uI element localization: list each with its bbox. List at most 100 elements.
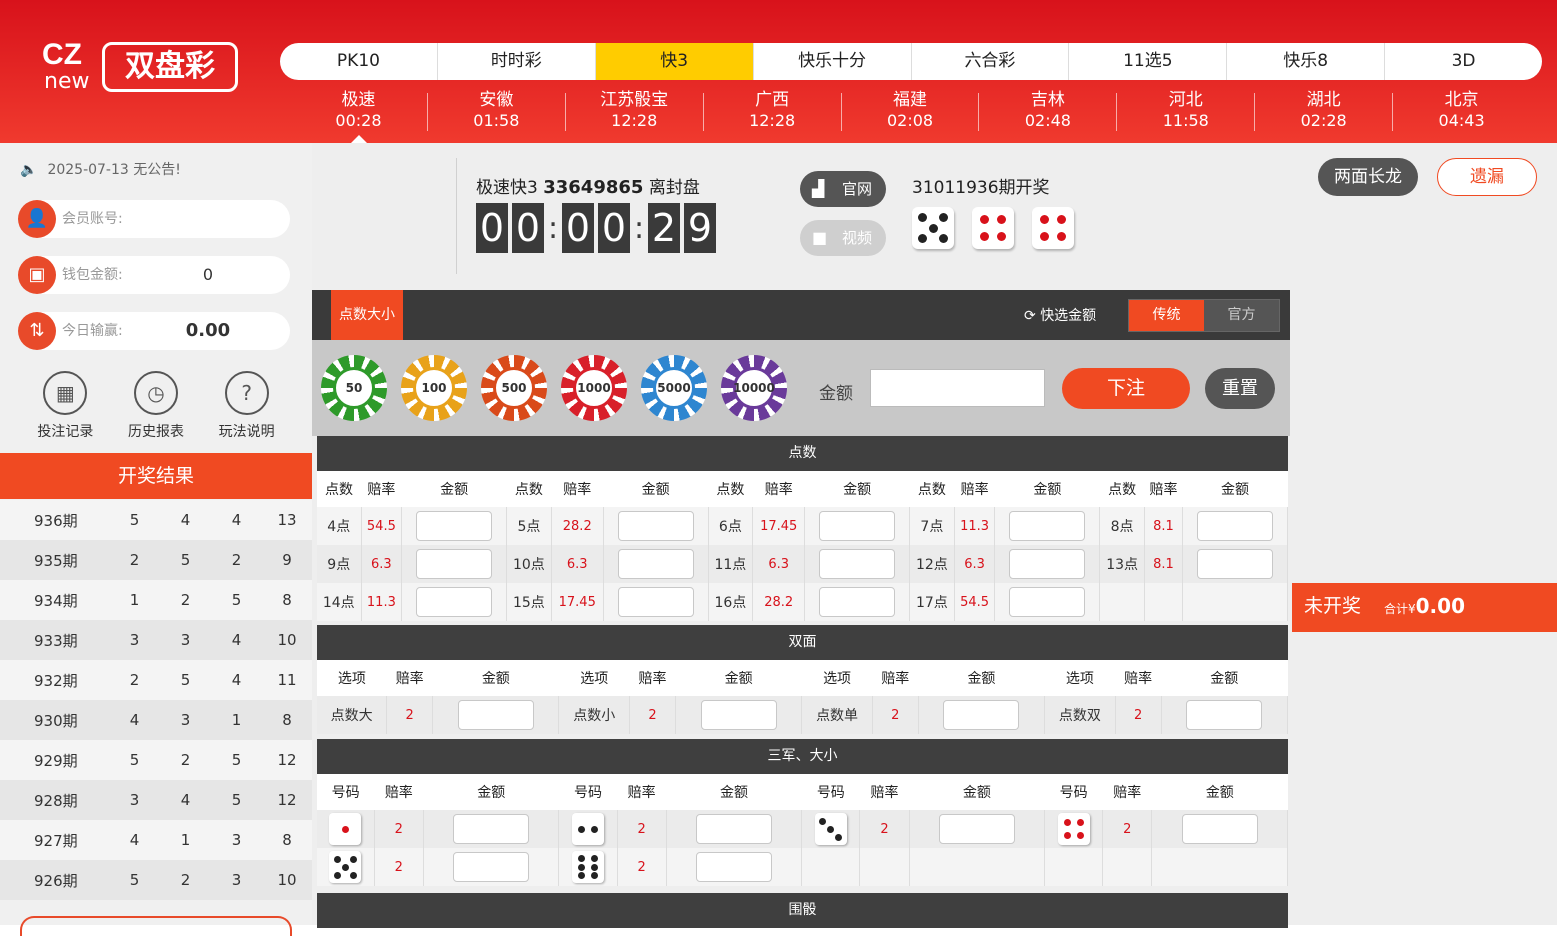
- long-dragon-button[interactable]: 两面长龙: [1318, 158, 1418, 196]
- double-amount-input[interactable]: [1186, 700, 1263, 730]
- point-amount-input[interactable]: [416, 549, 493, 579]
- mode-traditional[interactable]: 传统: [1129, 300, 1204, 331]
- sanjun-amount-input[interactable]: [938, 814, 1015, 844]
- today-winloss-value: 0.00: [185, 320, 231, 341]
- notice[interactable]: 🔈 2025-07-13 无公告!: [20, 159, 181, 179]
- double-amount-input[interactable]: [457, 700, 534, 730]
- sanjun-amount-input[interactable]: [696, 852, 773, 882]
- die-pip: [1076, 819, 1084, 827]
- point-amount-input[interactable]: [617, 587, 694, 617]
- empty-cell: [1144, 583, 1184, 621]
- sub-game-1[interactable]: 安徽 01:58: [428, 90, 566, 131]
- sub-game-0[interactable]: 极速 00:28: [290, 90, 428, 131]
- empty-cell: [801, 848, 861, 886]
- point-amount-input[interactable]: [1009, 587, 1086, 617]
- die-4-icon: [1032, 207, 1074, 249]
- empty-cell: [1151, 848, 1288, 886]
- header-item: 选项: [558, 660, 630, 696]
- point-amount-input[interactable]: [1197, 549, 1274, 579]
- lotto-ticket-icon: ▦: [43, 371, 88, 415]
- point-amount-input[interactable]: [416, 587, 493, 617]
- point-label: 8点: [1099, 507, 1145, 545]
- die-4-icon: [972, 207, 1014, 249]
- tab-top-7[interactable]: 3D: [1385, 43, 1542, 80]
- die-pip: [918, 234, 927, 243]
- amount-input[interactable]: [870, 369, 1045, 407]
- result-period: 929期: [34, 751, 78, 770]
- point-amount-input[interactable]: [1009, 511, 1086, 541]
- video-button[interactable]: ■ 视频: [800, 220, 886, 256]
- chip-100[interactable]: 100: [401, 355, 467, 421]
- wallet-value: 0: [202, 265, 214, 284]
- wallet-field: ▣ 钱包金额: 0: [18, 256, 290, 294]
- double-table: 选项 赔率 金额 选项 赔率 金额 选项 赔率 金额 选项 赔率 金额 点数大 2 点数小 2 点数单 2 点数双 2: [317, 660, 1289, 734]
- tab-top-0[interactable]: PK10: [280, 43, 438, 80]
- point-amount-input[interactable]: [617, 511, 694, 541]
- missing-button[interactable]: 遗漏: [1437, 158, 1537, 196]
- history-report-button[interactable]: ◷ 历史报表: [121, 371, 191, 441]
- header-item: 点数: [1099, 471, 1145, 507]
- tab-top-1[interactable]: 时时彩: [438, 43, 596, 80]
- die-4-icon[interactable]: [1057, 813, 1090, 845]
- sanjun-odds: 2: [859, 810, 910, 848]
- tab-points-size[interactable]: 点数大小: [331, 290, 403, 340]
- sub-game-5[interactable]: 吉林 02:48: [979, 90, 1118, 131]
- bet-record-button[interactable]: ▦ 投注记录: [30, 371, 100, 441]
- place-bet-button[interactable]: 下注: [1062, 368, 1190, 409]
- tab-top-4[interactable]: 六合彩: [912, 43, 1070, 80]
- point-amount-input[interactable]: [416, 511, 493, 541]
- result-row: 936期 5 4 4 13: [0, 500, 312, 540]
- chip-500[interactable]: 500: [481, 355, 547, 421]
- sub-game-3[interactable]: 广西 12:28: [704, 90, 842, 131]
- chip-50[interactable]: 50: [321, 355, 387, 421]
- sanjun-amount-input[interactable]: [1181, 814, 1258, 844]
- amount-cell: [432, 696, 560, 734]
- sub-game-8[interactable]: 北京 04:43: [1393, 90, 1530, 131]
- die-6-icon[interactable]: [571, 851, 604, 883]
- rules-button[interactable]: ? 玩法说明: [212, 371, 282, 441]
- bet-status-bar: 未开奖 合计¥0.00: [1292, 583, 1557, 632]
- point-amount-input[interactable]: [819, 511, 896, 541]
- sub-game-7[interactable]: 湖北 02:28: [1255, 90, 1394, 131]
- point-amount-input[interactable]: [819, 549, 896, 579]
- chip-1000[interactable]: 1000: [561, 355, 627, 421]
- die-5-icon[interactable]: [329, 851, 362, 883]
- result-period: 928期: [34, 791, 78, 810]
- point-amount-input[interactable]: [617, 549, 694, 579]
- sub-game-2[interactable]: 江苏骰宝 12:28: [566, 90, 704, 131]
- mode-official[interactable]: 官方: [1204, 300, 1279, 331]
- sanjun-amount-input[interactable]: [453, 852, 530, 882]
- quick-amount[interactable]: ⟳ 快选金额: [1024, 305, 1096, 325]
- result-die: 5: [180, 551, 191, 569]
- tab-top-5[interactable]: 11选5: [1069, 43, 1228, 80]
- double-amount-input[interactable]: [700, 700, 777, 730]
- logo[interactable]: CZ new 双盘彩: [40, 40, 240, 100]
- bottom-button-edge[interactable]: [20, 916, 292, 936]
- official-site-label: 官网: [842, 180, 873, 198]
- sanjun-amount-input[interactable]: [453, 814, 530, 844]
- sanjun-amount-input[interactable]: [696, 814, 773, 844]
- point-amount-input[interactable]: [819, 587, 896, 617]
- header-odds: 赔率: [551, 471, 604, 507]
- official-site-button[interactable]: ▟ 官网: [800, 171, 886, 207]
- sub-game-4[interactable]: 福建 02:08: [842, 90, 980, 131]
- header-item: 点数: [506, 471, 552, 507]
- double-amount-input[interactable]: [943, 700, 1020, 730]
- die-cell: [317, 810, 375, 848]
- tab-top-6[interactable]: 快乐8: [1227, 43, 1386, 80]
- tab-top-3[interactable]: 快乐十分: [754, 43, 912, 80]
- tab-top-2[interactable]: 快3: [595, 43, 754, 80]
- sub-game-6[interactable]: 河北 11:58: [1117, 90, 1256, 131]
- amount-cell: [994, 507, 1101, 545]
- double-label: 点数单: [801, 696, 873, 734]
- point-label: 12点: [909, 545, 955, 583]
- chip-10000[interactable]: 10000: [721, 355, 787, 421]
- point-amount-input[interactable]: [1197, 511, 1274, 541]
- video-camera-icon: ■: [812, 228, 828, 247]
- chip-5000[interactable]: 5000: [641, 355, 707, 421]
- point-amount-input[interactable]: [1009, 549, 1086, 579]
- die-1-icon[interactable]: [329, 813, 362, 845]
- reset-button[interactable]: 重置: [1205, 368, 1275, 409]
- die-2-icon[interactable]: [571, 813, 604, 845]
- die-3-icon[interactable]: [814, 813, 847, 845]
